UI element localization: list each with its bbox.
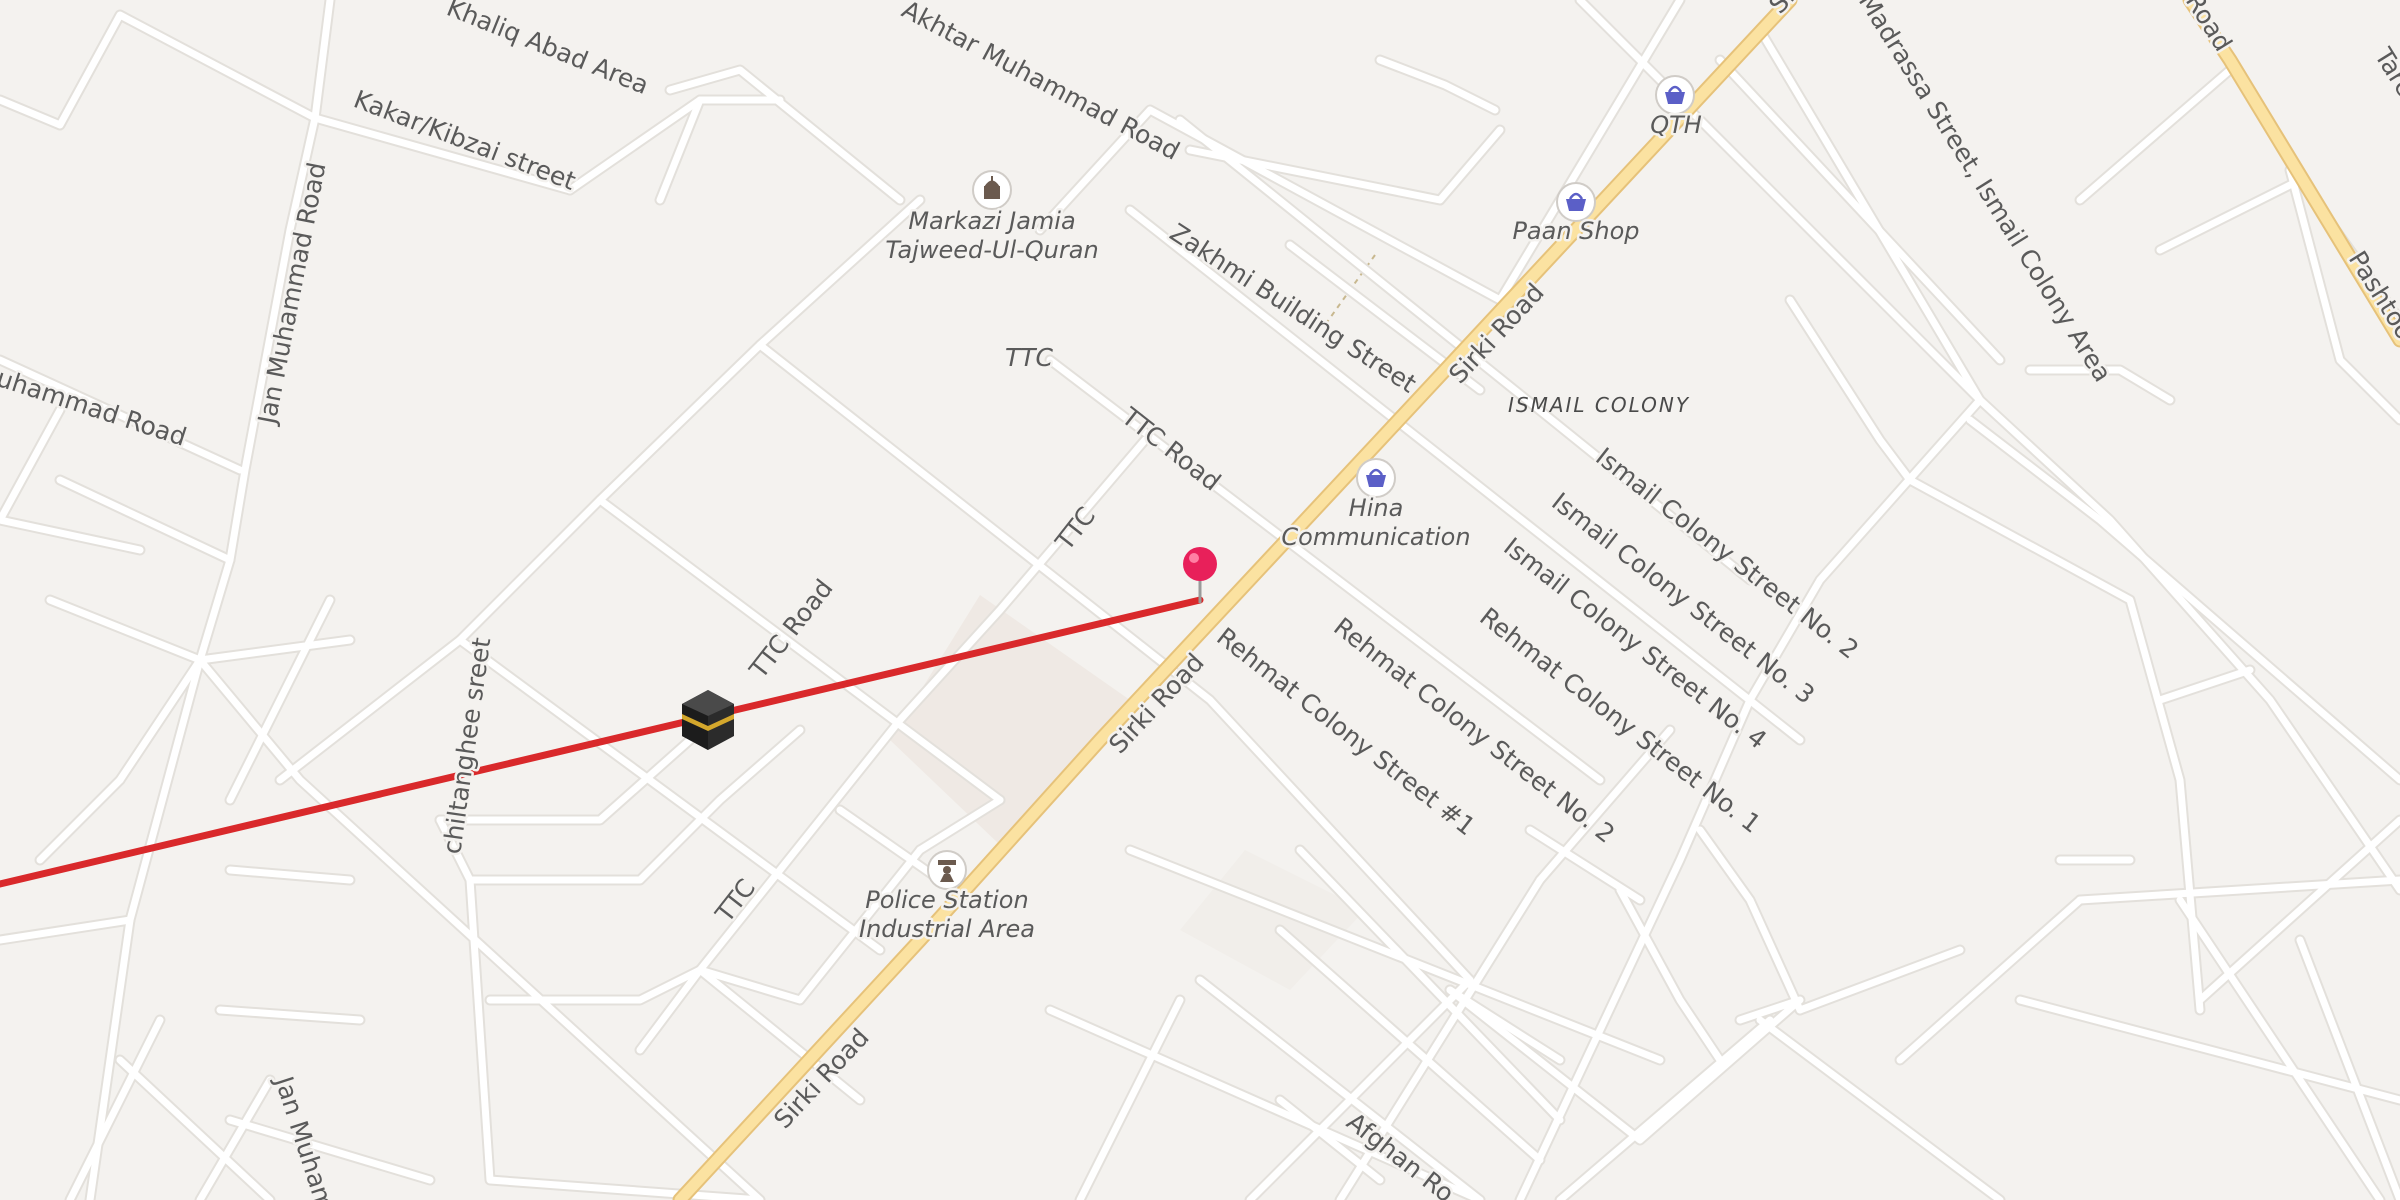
shopping-basket-icon: [1356, 458, 1396, 498]
poi-label: Industrial Area: [859, 915, 1035, 943]
police-icon: [927, 850, 967, 890]
shopping-basket-icon: [1556, 182, 1596, 222]
area-label-ismail-colony: ISMAIL COLONY: [1508, 393, 1690, 417]
poi-label: Communication: [1281, 523, 1470, 551]
poi-label: Markazi Jamia: [908, 207, 1075, 235]
street-label-ttc: TTC: [1005, 343, 1054, 372]
shopping-basket-icon: [1655, 75, 1695, 115]
poi-label: Hina: [1349, 494, 1404, 522]
poi-label: QTH: [1650, 111, 1702, 139]
mosque-icon: [972, 170, 1012, 210]
poi-label: Tajweed-Ul-Quran: [885, 236, 1098, 264]
map-canvas[interactable]: Khaliq Abad Area Akhtar Muhammad Road Ka…: [0, 0, 2400, 1200]
poi-label: Police Station: [865, 886, 1028, 914]
poi-label: Paan Shop: [1512, 217, 1639, 245]
